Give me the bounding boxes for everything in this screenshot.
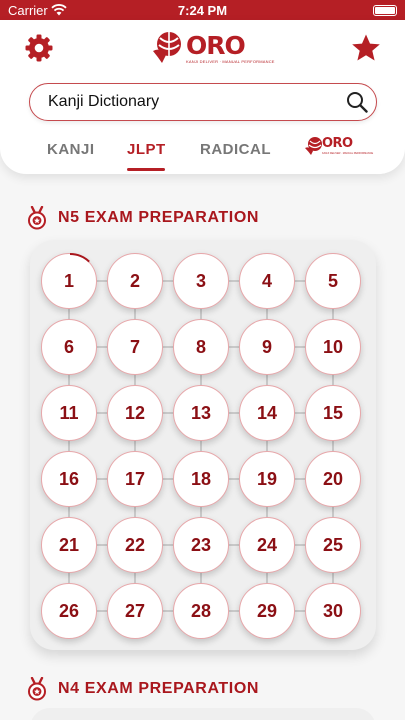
logo-tagline: KANJI DELIVER · MANUAL PERFORMANCE xyxy=(186,59,275,64)
day-button[interactable]: 3 xyxy=(173,253,229,309)
day-button[interactable]: 18 xyxy=(173,451,229,507)
mini-logo-emblem-icon xyxy=(305,137,322,155)
battery-icon xyxy=(373,5,397,16)
search-bar xyxy=(29,83,377,121)
medal-icon xyxy=(28,206,46,230)
day-button[interactable]: 6 xyxy=(41,319,97,375)
day-button[interactable]: 30 xyxy=(305,583,361,639)
day-button[interactable]: 26 xyxy=(41,583,97,639)
day-button[interactable]: 14 xyxy=(239,385,295,441)
medal-icon xyxy=(28,677,46,701)
day-button[interactable]: 1 xyxy=(41,253,97,309)
app-logo: ORO KANJI DELIVER · MANUAL PERFORMANCE xyxy=(148,27,274,69)
day-button[interactable]: 19 xyxy=(239,451,295,507)
logo-emblem-icon xyxy=(153,32,181,63)
n4-days-grid xyxy=(30,708,376,720)
day-button[interactable]: 27 xyxy=(107,583,163,639)
day-button[interactable]: 4 xyxy=(239,253,295,309)
day-button[interactable]: 23 xyxy=(173,517,229,573)
day-button[interactable]: 2 xyxy=(107,253,163,309)
status-bar: Carrier 7:24 PM xyxy=(0,0,405,20)
logo-text: ORO xyxy=(186,31,246,60)
day-button[interactable]: 20 xyxy=(305,451,361,507)
day-button[interactable]: 22 xyxy=(107,517,163,573)
status-time: 7:24 PM xyxy=(177,3,228,18)
tab-bar: KANJI JLPT RADICAL ORO KANJI DELIVER · M… xyxy=(0,136,405,171)
search-input[interactable] xyxy=(48,92,328,112)
day-button[interactable]: 28 xyxy=(173,583,229,639)
app-header: ORO KANJI DELIVER · MANUAL PERFORMANCE K… xyxy=(0,20,405,174)
day-button[interactable]: 8 xyxy=(173,319,229,375)
tab-radical[interactable]: RADICAL xyxy=(200,141,271,171)
search-icon[interactable] xyxy=(346,91,368,113)
section-title-n5: N5 EXAM PREPARATION xyxy=(58,209,260,226)
day-button[interactable]: 11 xyxy=(41,385,97,441)
day-button[interactable]: 29 xyxy=(239,583,295,639)
day-button[interactable]: 12 xyxy=(107,385,163,441)
mini-logo-text: ORO xyxy=(322,136,353,151)
day-button[interactable]: 5 xyxy=(305,253,361,309)
day-button[interactable]: 16 xyxy=(41,451,97,507)
favorites-star-icon[interactable] xyxy=(351,33,381,63)
mini-logo-tagline: KANJI DELIVER · MANUAL PERFORMANCE xyxy=(322,152,374,155)
tab-logo[interactable]: ORO KANJI DELIVER · MANUAL PERFORMANCE xyxy=(304,135,373,161)
day-button[interactable]: 15 xyxy=(305,385,361,441)
section-header-n5: N5 EXAM PREPARATION xyxy=(26,206,386,230)
day-button[interactable]: 9 xyxy=(239,319,295,375)
day-button[interactable]: 24 xyxy=(239,517,295,573)
tab-jlpt[interactable]: JLPT xyxy=(127,141,165,171)
section-title-n4: N4 EXAM PREPARATION xyxy=(58,680,260,697)
settings-gear-icon[interactable] xyxy=(24,33,54,63)
n5-days-grid: 1 2 3 4 5 6 7 8 9 10 11 12 13 14 15 16 17 18 19 20 21 22 23 24 2… xyxy=(30,240,376,650)
day-button[interactable]: 21 xyxy=(41,517,97,573)
day-button[interactable]: 13 xyxy=(173,385,229,441)
day-button[interactable]: 25 xyxy=(305,517,361,573)
day-button[interactable]: 17 xyxy=(107,451,163,507)
tab-kanji[interactable]: KANJI xyxy=(47,141,95,171)
section-header-n4: N4 EXAM PREPARATION xyxy=(26,677,386,701)
day-button[interactable]: 10 xyxy=(305,319,361,375)
day-button[interactable]: 7 xyxy=(107,319,163,375)
